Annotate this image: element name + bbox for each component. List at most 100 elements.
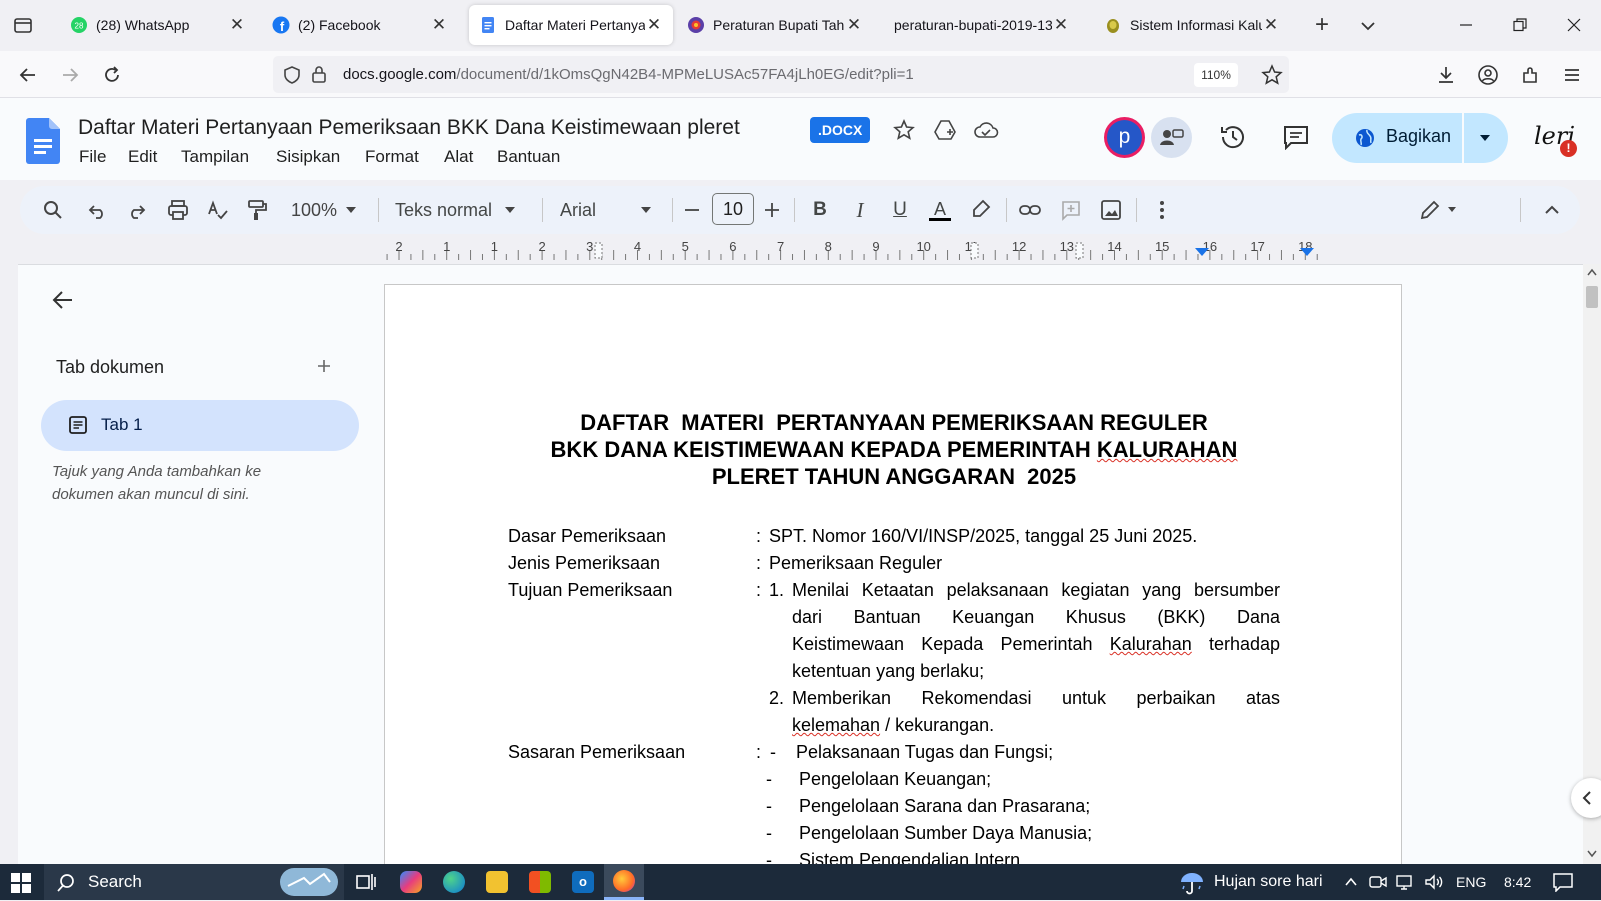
browser-tab-peraturan[interactable]: Peraturan Bupati Tahur ✕ — [677, 5, 873, 45]
left-margin-marker[interactable] — [594, 242, 603, 259]
taskbar-search-box[interactable]: Search — [44, 864, 344, 900]
firefox-taskbar-button[interactable] — [604, 864, 644, 900]
add-tab-icon[interactable] — [316, 358, 332, 374]
menu-edit[interactable]: Edit — [128, 147, 157, 167]
account-signature-avatar[interactable]: leri ! — [1530, 116, 1580, 160]
clock-time[interactable]: 8:42 — [1504, 874, 1531, 890]
close-tab-icon[interactable]: ✕ — [1052, 15, 1070, 35]
comments-icon[interactable] — [1282, 124, 1310, 150]
menu-bantuan[interactable]: Bantuan — [497, 147, 560, 167]
lock-icon[interactable] — [309, 64, 329, 84]
google-docs-logo-icon[interactable] — [26, 118, 60, 164]
address-bar[interactable]: docs.google.com/document/d/1kOmsQgN42B4-… — [273, 56, 1289, 93]
bookmark-star-icon[interactable] — [1261, 64, 1283, 86]
version-history-icon[interactable] — [1218, 122, 1248, 152]
restore-button[interactable] — [1500, 12, 1540, 40]
browser-tab-pdf[interactable]: peraturan-bupati-2019-13- ✕ — [884, 5, 1080, 45]
url-text[interactable]: docs.google.com/document/d/1kOmsQgN42B4-… — [343, 66, 914, 83]
document-page[interactable]: DAFTAR MATERI PERTANYAAN PEMERIKSAAN REG… — [384, 284, 1402, 884]
close-sidebar-back-icon[interactable] — [50, 288, 76, 312]
more-options-icon[interactable] — [1152, 198, 1172, 222]
tab-stop-marker[interactable] — [970, 242, 979, 259]
close-tab-icon[interactable]: ✕ — [1262, 15, 1280, 35]
meet-now-icon[interactable] — [1369, 874, 1387, 890]
italic-button[interactable]: I — [848, 198, 872, 222]
increase-font-size-icon[interactable] — [762, 198, 782, 222]
browser-tab-docs[interactable]: Daftar Materi Pertanyaa ✕ — [469, 5, 673, 45]
browser-tab-whatsapp[interactable]: 28 (28) WhatsApp ✕ — [60, 5, 256, 45]
spellcheck-word[interactable]: kelemahan — [792, 715, 880, 735]
docx-format-badge[interactable]: .DOCX — [810, 117, 871, 143]
spellcheck-word[interactable]: Kalurahan — [1110, 634, 1192, 654]
menu-format[interactable]: Format — [365, 147, 419, 167]
meet-presence-button[interactable] — [1151, 117, 1192, 158]
font-size-input[interactable]: 10 — [712, 193, 754, 225]
paragraph-style-select[interactable]: Teks normal — [395, 198, 525, 222]
close-tab-icon[interactable]: ✕ — [228, 15, 246, 35]
weather-widget[interactable]: Hujan sore hari — [1178, 864, 1328, 900]
list-all-tabs-icon[interactable] — [1356, 14, 1380, 38]
new-tab-button[interactable]: + — [1308, 12, 1336, 40]
close-tab-icon[interactable]: ✕ — [845, 15, 863, 35]
redo-icon[interactable] — [126, 198, 148, 222]
back-icon[interactable] — [14, 61, 42, 89]
task-view-icon[interactable] — [355, 872, 377, 892]
close-window-button[interactable] — [1554, 12, 1594, 40]
avatar[interactable]: p — [1104, 117, 1145, 158]
close-tab-icon[interactable]: ✕ — [645, 15, 663, 35]
app-menu-icon[interactable] — [1558, 61, 1586, 89]
extensions-icon[interactable] — [1516, 61, 1544, 89]
bold-button[interactable]: B — [808, 198, 832, 222]
close-tab-icon[interactable]: ✕ — [430, 15, 448, 35]
highlight-color-icon[interactable] — [970, 198, 992, 222]
spellcheck-icon[interactable] — [206, 198, 230, 222]
editing-mode-button[interactable] — [1413, 198, 1463, 222]
network-icon[interactable] — [1396, 874, 1416, 890]
notification-icon[interactable] — [1552, 872, 1574, 892]
search-menus-icon[interactable] — [42, 198, 64, 222]
menu-sisipkan[interactable]: Sisipkan — [276, 147, 340, 167]
copilot-icon[interactable] — [400, 871, 422, 893]
forward-icon[interactable] — [56, 61, 84, 89]
share-dropdown-icon[interactable] — [1478, 133, 1492, 143]
star-icon[interactable] — [893, 119, 915, 141]
insert-link-icon[interactable] — [1018, 198, 1042, 222]
cloud-saved-icon[interactable] — [973, 120, 999, 140]
input-language[interactable]: ENG — [1456, 874, 1486, 890]
move-to-drive-icon[interactable] — [933, 119, 957, 141]
menu-tampilan[interactable]: Tampilan — [181, 147, 249, 167]
text-color-button[interactable]: A — [926, 198, 954, 222]
minimize-button[interactable] — [1446, 12, 1486, 40]
decrease-font-size-icon[interactable] — [682, 198, 702, 222]
scroll-up-arrow-icon[interactable] — [1587, 268, 1597, 276]
tab-overview-icon[interactable] — [12, 14, 34, 36]
insert-image-icon[interactable] — [1100, 198, 1122, 222]
share-button[interactable]: Bagikan — [1332, 113, 1508, 163]
menu-file[interactable]: File — [79, 147, 106, 167]
horizontal-ruler[interactable]: 21123456789101112131415161718 — [383, 240, 1403, 264]
reload-icon[interactable] — [98, 61, 126, 89]
account-icon[interactable] — [1474, 61, 1502, 89]
zoom-level-badge[interactable]: 110% — [1194, 63, 1238, 87]
paint-format-icon[interactable] — [246, 198, 268, 222]
add-comment-icon[interactable] — [1060, 198, 1082, 222]
volume-icon[interactable] — [1424, 874, 1444, 890]
underline-button[interactable]: U — [888, 198, 912, 222]
downloads-icon[interactable] — [1432, 61, 1460, 89]
print-icon[interactable] — [166, 198, 190, 222]
tab-stop-marker[interactable] — [1075, 242, 1084, 259]
windows-start-icon[interactable] — [11, 873, 31, 893]
edge-icon[interactable] — [443, 871, 465, 893]
font-select[interactable]: Arial — [560, 198, 660, 222]
outlook-icon[interactable]: o — [572, 871, 594, 893]
file-explorer-icon[interactable] — [486, 871, 508, 893]
undo-icon[interactable] — [86, 198, 108, 222]
menu-alat[interactable]: Alat — [444, 147, 473, 167]
spellcheck-word[interactable]: KALURAHAN — [1097, 437, 1238, 462]
tracking-shield-icon[interactable] — [282, 65, 302, 85]
microsoft-store-icon[interactable] — [529, 871, 551, 893]
zoom-select[interactable]: 100% — [286, 198, 362, 222]
scrollbar-thumb[interactable] — [1586, 286, 1598, 308]
browser-tab-facebook[interactable]: f (2) Facebook ✕ — [262, 5, 458, 45]
scroll-down-arrow-icon[interactable] — [1587, 850, 1597, 858]
